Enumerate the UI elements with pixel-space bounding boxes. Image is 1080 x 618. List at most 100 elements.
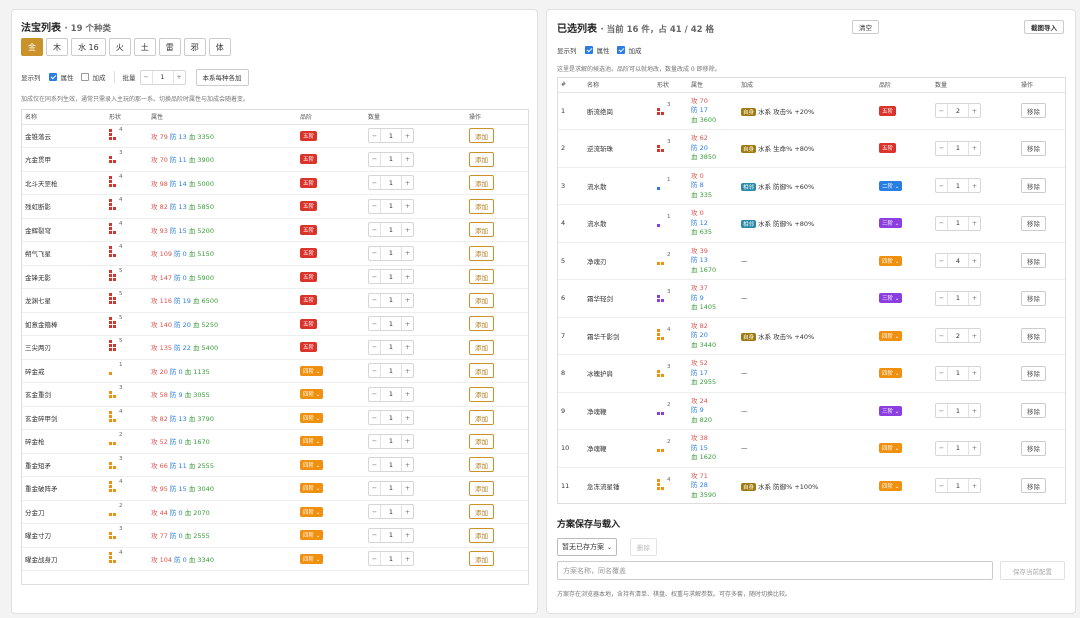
remove-button[interactable]: 移除 <box>1021 478 1046 494</box>
plan-select[interactable]: 暂无已存方案 ⌄ <box>557 538 618 556</box>
qty-value[interactable]: 1 <box>947 216 969 230</box>
grade-badge[interactable]: 五阶 <box>300 318 318 329</box>
minus-button[interactable]: − <box>369 508 380 516</box>
minus-button[interactable]: − <box>936 257 947 265</box>
add-button[interactable]: 添加 <box>469 175 494 191</box>
minus-button[interactable]: − <box>369 367 380 375</box>
minus-button[interactable]: − <box>369 555 380 563</box>
qty-stepper[interactable]: −1 + <box>368 339 414 355</box>
qty-stepper[interactable]: −1 + <box>368 128 414 144</box>
grade-badge[interactable]: 五阶 <box>300 342 318 353</box>
plus-button[interactable]: + <box>969 107 980 115</box>
grade-select[interactable]: 四阶 ⌄ <box>300 389 324 400</box>
add-button[interactable]: 添加 <box>469 363 494 379</box>
plus-button[interactable]: + <box>402 202 413 210</box>
element-tab[interactable]: 雷 <box>158 38 181 56</box>
qty-stepper[interactable]: −1 + <box>935 140 981 156</box>
plus-button[interactable]: + <box>402 390 413 398</box>
minus-button[interactable]: − <box>369 414 380 422</box>
add-button[interactable]: 添加 <box>469 551 494 567</box>
grade-badge[interactable]: 五阶 <box>300 130 318 141</box>
qty-stepper[interactable]: −1 + <box>935 290 981 306</box>
minus-button[interactable]: − <box>936 294 947 302</box>
plus-button[interactable]: + <box>969 294 980 302</box>
qty-value[interactable]: 1 <box>380 176 402 190</box>
minus-button[interactable]: − <box>936 182 947 190</box>
grade-select[interactable]: 四阶 ⌄ <box>879 368 903 379</box>
qty-stepper[interactable]: −1 + <box>368 316 414 332</box>
plus-button[interactable]: + <box>969 444 980 452</box>
grade-badge[interactable]: 五阶 <box>300 154 318 165</box>
minus-button[interactable]: − <box>369 296 380 304</box>
qty-value[interactable]: 1 <box>380 411 402 425</box>
grade-badge[interactable]: 五阶 <box>300 224 318 235</box>
grade-select[interactable]: 四阶 ⌄ <box>300 412 324 423</box>
grade-select[interactable]: 三阶 ⌄ <box>879 405 903 416</box>
qty-stepper[interactable]: −1 + <box>368 292 414 308</box>
grade-select[interactable]: 四阶 ⌄ <box>300 459 324 470</box>
grade-select[interactable]: 四阶 ⌄ <box>300 506 324 517</box>
qty-value[interactable]: 1 <box>380 552 402 566</box>
plus-button[interactable]: + <box>402 343 413 351</box>
grade-select[interactable]: 三阶 ⌄ <box>879 218 903 229</box>
qty-stepper[interactable]: −1 + <box>368 222 414 238</box>
plus-button[interactable]: + <box>969 407 980 415</box>
plus-button[interactable]: + <box>402 273 413 281</box>
remove-button[interactable]: 移除 <box>1021 365 1046 381</box>
grade-select[interactable]: 四阶 ⌄ <box>879 255 903 266</box>
minus-button[interactable]: − <box>936 219 947 227</box>
add-button[interactable]: 添加 <box>469 222 494 238</box>
qty-value[interactable]: 1 <box>380 129 402 143</box>
attr-checkbox[interactable] <box>48 73 57 81</box>
element-tab[interactable]: 火 <box>108 38 131 56</box>
qty-value[interactable]: 1 <box>380 458 402 472</box>
minus-button[interactable]: − <box>936 407 947 415</box>
add-button[interactable]: 添加 <box>469 269 494 285</box>
qty-stepper[interactable]: −2 + <box>935 328 981 344</box>
remove-button[interactable]: 移除 <box>1021 253 1046 269</box>
qty-value[interactable]: 1 <box>380 387 402 401</box>
grade-select[interactable]: 四阶 ⌄ <box>300 483 324 494</box>
minus-button[interactable]: − <box>369 343 380 351</box>
grade-select[interactable]: 四阶 ⌄ <box>300 365 324 376</box>
grade-select[interactable]: 四阶 ⌄ <box>879 480 903 491</box>
plus-button[interactable]: + <box>402 484 413 492</box>
qty-stepper[interactable]: −1 + <box>368 269 414 285</box>
add-button[interactable]: 添加 <box>469 433 494 449</box>
grade-badge[interactable]: 五阶 <box>879 105 897 116</box>
qty-value[interactable]: 1 <box>380 246 402 260</box>
qty-value[interactable]: 1 <box>380 293 402 307</box>
minus-button[interactable]: − <box>936 482 947 490</box>
element-tab[interactable]: 金 <box>21 38 43 56</box>
qty-value[interactable]: 1 <box>947 479 969 493</box>
remove-button[interactable]: 移除 <box>1021 215 1046 231</box>
qty-value[interactable]: 1 <box>380 505 402 519</box>
plus-button[interactable]: + <box>402 461 413 469</box>
minus-button[interactable]: − <box>369 461 380 469</box>
plan-name-input[interactable]: 方案名称，同名覆盖 <box>557 561 993 580</box>
qty-value[interactable]: 1 <box>947 291 969 305</box>
plus-button[interactable]: + <box>969 332 980 340</box>
add-button[interactable]: 添加 <box>469 339 494 355</box>
minus-button[interactable]: − <box>141 73 152 81</box>
grade-badge[interactable]: 五阶 <box>300 271 318 282</box>
grade-badge[interactable]: 五阶 <box>300 295 318 306</box>
qty-value[interactable]: 1 <box>947 404 969 418</box>
qty-value[interactable]: 2 <box>947 329 969 343</box>
qty-stepper[interactable]: −1 + <box>368 527 414 543</box>
plus-button[interactable]: + <box>969 257 980 265</box>
remove-button[interactable]: 移除 <box>1021 140 1046 156</box>
qty-value[interactable]: 1 <box>947 441 969 455</box>
grade-badge[interactable]: 五阶 <box>300 201 318 212</box>
remove-button[interactable]: 移除 <box>1021 328 1046 344</box>
grade-badge[interactable]: 五阶 <box>879 143 897 154</box>
add-button[interactable]: 添加 <box>469 386 494 402</box>
qty-value[interactable]: 1 <box>380 434 402 448</box>
minus-button[interactable]: − <box>369 320 380 328</box>
add-button[interactable]: 添加 <box>469 480 494 496</box>
minus-button[interactable]: − <box>369 132 380 140</box>
remove-button[interactable]: 移除 <box>1021 103 1046 119</box>
plus-button[interactable]: + <box>969 369 980 377</box>
qty-value[interactable]: 1 <box>380 340 402 354</box>
qty-value[interactable]: 1 <box>380 317 402 331</box>
